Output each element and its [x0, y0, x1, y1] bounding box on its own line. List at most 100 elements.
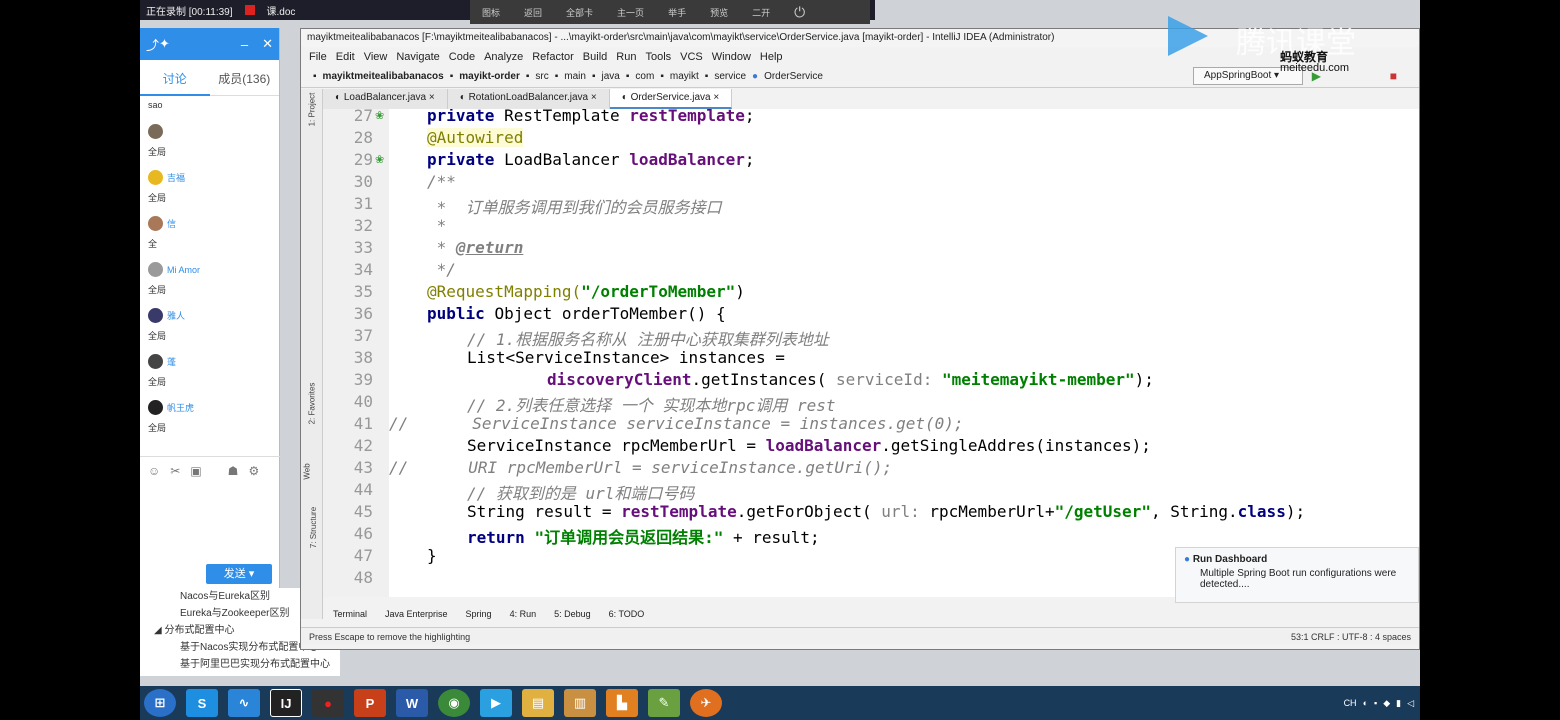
bean-icon[interactable]: ❀	[375, 109, 384, 122]
folder-icon: ▪	[525, 71, 530, 82]
notepad-icon[interactable]: ✎	[648, 689, 680, 717]
menu-analyze[interactable]: Analyze	[484, 51, 523, 63]
tab-todo[interactable]: 6: TODO	[609, 609, 645, 625]
status-bar: Press Escape to remove the highlighting …	[301, 627, 1419, 645]
menu-edit[interactable]: Edit	[336, 51, 355, 63]
word-icon[interactable]: W	[396, 689, 428, 717]
remote-item[interactable]: 返回	[512, 6, 554, 19]
code-line: ServiceInstance rpcMemberUrl = loadBalan…	[467, 436, 1151, 455]
stop-record-icon[interactable]	[244, 5, 255, 15]
message-text: 全局	[148, 193, 167, 203]
power-icon[interactable]: ⏻	[782, 4, 817, 21]
code-token: URI rpcMemberUrl = serviceInstance.getUr…	[468, 458, 893, 477]
pin-icon[interactable]: ✦	[159, 36, 170, 52]
line-number: 36	[353, 304, 373, 323]
tray-icon[interactable]: ◐	[1363, 698, 1368, 708]
editor-tabs: ◐ LoadBalancer.java × ◐ RotationLoadBala…	[323, 89, 733, 109]
favorites-tool[interactable]: 2: Favorites	[307, 383, 316, 425]
menu-vcs[interactable]: VCS	[680, 51, 703, 63]
tab-discussion[interactable]: 讨论	[140, 60, 210, 96]
remote-item[interactable]: 主一页	[605, 6, 656, 19]
remote-item[interactable]: 全部卡	[554, 6, 605, 19]
tab-run[interactable]: 4: Run	[510, 609, 537, 625]
app-icon[interactable]: ▙	[606, 689, 638, 717]
users-icon[interactable]: ☗	[228, 464, 239, 478]
start-icon[interactable]: ⊞	[144, 689, 176, 717]
tray-icon[interactable]: ▪	[1374, 698, 1377, 708]
image-icon[interactable]: ▣	[190, 464, 201, 478]
tab-members[interactable]: 成员(136)	[210, 60, 280, 96]
tencent-class-icon[interactable]: ▶	[480, 689, 512, 717]
crumb[interactable]: service	[714, 71, 746, 82]
remote-item[interactable]: 二开	[740, 6, 782, 19]
close-icon[interactable]: ✕	[262, 36, 273, 52]
menu-window[interactable]: Window	[712, 51, 751, 63]
monitor-icon[interactable]: ∿	[228, 689, 260, 717]
remote-item[interactable]: 图标	[470, 6, 512, 19]
code-token: restTemplate	[629, 109, 745, 125]
remote-item[interactable]: 举手	[656, 6, 698, 19]
archive-icon[interactable]: ▥	[564, 689, 596, 717]
chrome-icon[interactable]: ◉	[438, 689, 470, 717]
tab-spring[interactable]: Spring	[466, 609, 492, 625]
outline-item[interactable]: 基于阿里巴巴实现分布式配置中心	[140, 656, 340, 673]
volume-icon[interactable]: ◁	[1407, 698, 1414, 709]
code-token: @RequestMapping(	[427, 282, 582, 301]
tab-rotationloadbalancer[interactable]: ◐ RotationLoadBalancer.java ×	[447, 89, 610, 109]
project-tool[interactable]: 1: Project	[307, 93, 316, 127]
emoji-icon[interactable]: ☺	[148, 464, 160, 478]
menu-build[interactable]: Build	[583, 51, 607, 63]
crumb[interactable]: main	[564, 71, 586, 82]
browser-icon[interactable]: ✈	[690, 689, 722, 717]
menu-file[interactable]: File	[309, 51, 327, 63]
tab-orderservice[interactable]: ◐ OrderService.java ×	[609, 89, 733, 109]
code-line: private RestTemplate restTemplate;	[427, 109, 755, 125]
tray-icon[interactable]: ◆	[1383, 698, 1390, 709]
code-editor[interactable]: private RestTemplate restTemplate; @Auto…	[389, 109, 1419, 597]
menu-help[interactable]: Help	[760, 51, 783, 63]
menu-view[interactable]: View	[364, 51, 388, 63]
menu-run[interactable]: Run	[616, 51, 636, 63]
input-language[interactable]: CH	[1344, 698, 1357, 708]
web-tool[interactable]: Web	[303, 463, 312, 479]
share-icon[interactable]: ⤴	[146, 35, 159, 54]
tab-java-enterprise[interactable]: Java Enterprise	[385, 609, 448, 625]
network-icon[interactable]: ▮	[1396, 698, 1401, 709]
status-message: Press Escape to remove the highlighting	[309, 632, 471, 642]
remote-item[interactable]: 预览	[698, 6, 740, 19]
structure-tool[interactable]: 7: Structure	[309, 507, 318, 548]
play-logo-icon	[1168, 16, 1208, 56]
menu-refactor[interactable]: Refactor	[532, 51, 574, 63]
chat-toolbar: ☺ ✂ ▣ ☗ ⚙	[140, 456, 280, 484]
gear-icon[interactable]: ⚙	[248, 464, 259, 478]
send-button[interactable]: 发送 ▾	[206, 564, 272, 584]
avatar	[148, 308, 163, 323]
menu-tools[interactable]: Tools	[645, 51, 671, 63]
run-dashboard-notification[interactable]: ● Run Dashboard Multiple Spring Boot run…	[1175, 547, 1419, 603]
crumb[interactable]: mayikt-order	[459, 71, 520, 82]
menu-code[interactable]: Code	[449, 51, 475, 63]
tab-label: OrderService.java	[630, 92, 711, 103]
crumb[interactable]: mayiktmeitealibabanacos	[323, 71, 444, 82]
scissors-icon[interactable]: ✂	[170, 464, 180, 478]
crumb[interactable]: java	[602, 71, 620, 82]
code-token: url:	[881, 502, 930, 521]
menu-navigate[interactable]: Navigate	[396, 51, 439, 63]
tab-debug[interactable]: 5: Debug	[554, 609, 591, 625]
code-line: }	[427, 546, 437, 565]
minimize-icon[interactable]: –	[241, 37, 248, 52]
tab-terminal[interactable]: Terminal	[333, 609, 367, 625]
powerpoint-icon[interactable]: P	[354, 689, 386, 717]
explorer-icon[interactable]: ▤	[522, 689, 554, 717]
intellij-icon[interactable]: IJ	[270, 689, 302, 717]
code-token: .getInstances(	[691, 370, 836, 389]
code-token: //	[389, 414, 409, 433]
record-icon[interactable]: ●	[312, 689, 344, 717]
stop-icon[interactable]: ■	[1390, 69, 1397, 83]
skype-icon[interactable]: S	[186, 689, 218, 717]
bean-icon[interactable]: ❀	[375, 153, 384, 166]
crumb[interactable]: mayikt	[670, 71, 699, 82]
crumb[interactable]: com	[635, 71, 654, 82]
crumb[interactable]: OrderService	[764, 71, 823, 82]
crumb[interactable]: src	[535, 71, 548, 82]
